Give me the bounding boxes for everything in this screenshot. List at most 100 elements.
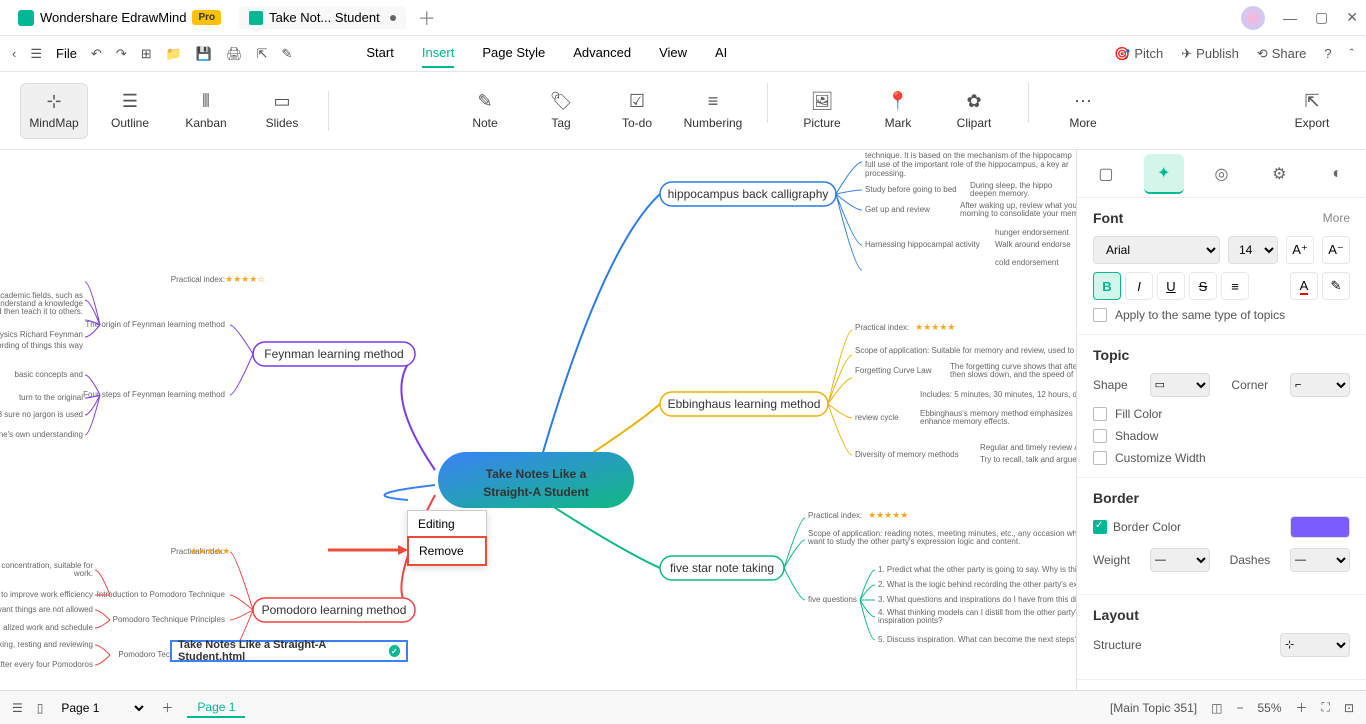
svg-text:Practical index:: Practical index: xyxy=(855,323,909,332)
svg-text:self and then teach it to othe: self and then teach it to others. xyxy=(0,307,83,316)
tab-ai[interactable]: AI xyxy=(715,39,727,68)
shape-select[interactable]: ▭ xyxy=(1150,373,1210,397)
todo-button[interactable]: ☑To-do xyxy=(603,83,671,139)
numbering-button[interactable]: ≡Numbering xyxy=(679,83,747,139)
weight-select[interactable]: — xyxy=(1150,548,1210,572)
svg-text:Four steps of Feynman learning: Four steps of Feynman learning method xyxy=(83,390,225,399)
attachment-node[interactable]: Take Notes Like a Straight-A Student.htm… xyxy=(170,640,408,662)
bold-button[interactable]: B xyxy=(1093,272,1121,300)
add-tab-button[interactable]: ＋ xyxy=(418,5,436,31)
svg-text:morning to consolidate your me: morning to consolidate your memor xyxy=(960,209,1076,218)
undo-icon[interactable]: ↶ xyxy=(91,46,102,62)
outline-toggle-icon[interactable]: ☰ xyxy=(12,701,23,715)
new-icon[interactable]: ⊞ xyxy=(141,46,152,62)
strike-button[interactable]: S xyxy=(1189,272,1217,300)
selection-info: [Main Topic 351] xyxy=(1110,701,1197,715)
print-icon[interactable]: 🖨 xyxy=(226,46,243,62)
tab-view[interactable]: View xyxy=(659,39,687,68)
sidebar-toggle-icon[interactable]: ▯ xyxy=(37,701,44,715)
font-family-select[interactable]: Arial xyxy=(1093,236,1220,264)
tab-advanced[interactable]: Advanced xyxy=(573,39,631,68)
svg-text:deepen memory.: deepen memory. xyxy=(970,189,1029,198)
kanban-button[interactable]: ⦀Kanban xyxy=(172,83,240,139)
page-tab[interactable]: Page 1 xyxy=(187,698,245,718)
context-editing[interactable]: Editing xyxy=(408,511,486,537)
panel-tab-style[interactable]: ▢ xyxy=(1086,154,1126,194)
font-decrease-icon[interactable]: A⁻ xyxy=(1322,236,1350,264)
zoom-out-button[interactable]: − xyxy=(1236,701,1243,715)
clipart-button[interactable]: ✿Clipart xyxy=(940,83,1008,139)
panel-expand-icon[interactable]: › xyxy=(1076,164,1077,188)
font-size-input[interactable]: 14 xyxy=(1228,236,1278,264)
close-button[interactable]: ✕ xyxy=(1346,9,1358,26)
structure-select[interactable]: ⊹ xyxy=(1280,633,1350,657)
dashes-select[interactable]: — xyxy=(1290,548,1350,572)
font-more[interactable]: More xyxy=(1323,211,1350,225)
mark-button[interactable]: 📍Mark xyxy=(864,83,932,139)
maximize-button[interactable]: ▢ xyxy=(1315,9,1328,26)
publish-button[interactable]: ✈ Publish xyxy=(1181,46,1239,62)
svg-text:cold endorsement: cold endorsement xyxy=(995,258,1059,267)
customize-checkbox[interactable] xyxy=(1093,451,1107,465)
collapse-ribbon-icon[interactable]: ˆ xyxy=(1350,46,1354,61)
zoom-in-button[interactable]: ＋ xyxy=(1296,699,1308,716)
attachment-label: Take Notes Like a Straight-A Student.htm… xyxy=(178,639,385,663)
context-remove[interactable]: Remove xyxy=(407,536,487,566)
mindmap-canvas[interactable]: Take Notes Like a Straight-A Student hip… xyxy=(0,150,1076,690)
avatar-icon[interactable] xyxy=(1241,6,1265,30)
app-tab[interactable]: Wondershare EdrawMind Pro xyxy=(8,6,231,30)
back-icon[interactable]: ‹ xyxy=(12,46,16,61)
panel-tab-icon[interactable]: ◎ xyxy=(1201,154,1241,194)
tab-start[interactable]: Start xyxy=(366,39,393,68)
pitch-button[interactable]: 🎯 Pitch xyxy=(1114,46,1163,62)
fit-icon[interactable]: ◫ xyxy=(1211,701,1222,715)
panel-tab-theme[interactable]: ◐ xyxy=(1317,154,1357,194)
svg-text:5. Discuss inspiration. What c: 5. Discuss inspiration. What can become … xyxy=(878,635,1076,644)
border-color-checkbox[interactable] xyxy=(1093,520,1107,534)
tab-pagestyle[interactable]: Page Style xyxy=(482,39,545,68)
edit-icon[interactable]: ✎ xyxy=(281,46,292,62)
border-color-swatch[interactable] xyxy=(1290,516,1350,538)
file-menu[interactable]: File xyxy=(56,46,77,61)
picture-button[interactable]: 🖼Picture xyxy=(788,83,856,139)
corner-select[interactable]: ⌐ xyxy=(1290,373,1350,397)
tag-button[interactable]: 🏷Tag xyxy=(527,83,595,139)
apply-checkbox[interactable] xyxy=(1093,308,1107,322)
topic-title: Topic xyxy=(1093,347,1129,363)
export-icon[interactable]: ⇱ xyxy=(257,46,268,62)
doc-icon xyxy=(249,11,263,25)
text-color-button[interactable]: A xyxy=(1290,272,1318,300)
fullscreen-icon[interactable]: ⛶ xyxy=(1322,700,1330,715)
svg-text:technique. It is based on the: technique. It is based on the mechanism … xyxy=(865,151,1072,160)
export-button[interactable]: ⇱Export xyxy=(1278,83,1346,139)
focus-icon[interactable]: ⊡ xyxy=(1344,701,1354,715)
document-tab[interactable]: Take Not... Student xyxy=(239,6,406,29)
add-page-button[interactable]: ＋ xyxy=(161,699,173,716)
more-button[interactable]: ⋯More xyxy=(1049,83,1117,139)
hamburger-icon[interactable]: ☰ xyxy=(30,46,42,62)
open-icon[interactable]: 📁 xyxy=(166,46,182,62)
underline-button[interactable]: U xyxy=(1157,272,1185,300)
svg-text:enhance memory effects.: enhance memory effects. xyxy=(920,417,1010,426)
fill-checkbox[interactable] xyxy=(1093,407,1107,421)
minimize-button[interactable]: — xyxy=(1283,10,1297,26)
highlight-button[interactable]: ✎ xyxy=(1322,272,1350,300)
italic-button[interactable]: I xyxy=(1125,272,1153,300)
outline-button[interactable]: ☰Outline xyxy=(96,83,164,139)
apply-label: Apply to the same type of topics xyxy=(1115,308,1285,322)
save-icon[interactable]: 💾 xyxy=(196,46,212,62)
panel-tab-settings[interactable]: ⚙ xyxy=(1259,154,1299,194)
share-button[interactable]: ⟲ Share xyxy=(1257,46,1307,62)
redo-icon[interactable]: ↷ xyxy=(116,46,127,62)
align-button[interactable]: ≡ xyxy=(1221,272,1249,300)
context-menu: Editing Remove xyxy=(407,510,487,566)
shadow-checkbox[interactable] xyxy=(1093,429,1107,443)
note-button[interactable]: ✎Note xyxy=(451,83,519,139)
panel-tab-ai[interactable]: ✦ xyxy=(1144,154,1184,194)
mindmap-button[interactable]: ⊹MindMap xyxy=(20,83,88,139)
slides-button[interactable]: ▭Slides xyxy=(248,83,316,139)
help-icon[interactable]: ? xyxy=(1324,46,1331,61)
page-selector[interactable]: Page 1 xyxy=(57,700,147,716)
font-increase-icon[interactable]: A⁺ xyxy=(1286,236,1314,264)
tab-insert[interactable]: Insert xyxy=(422,39,455,68)
